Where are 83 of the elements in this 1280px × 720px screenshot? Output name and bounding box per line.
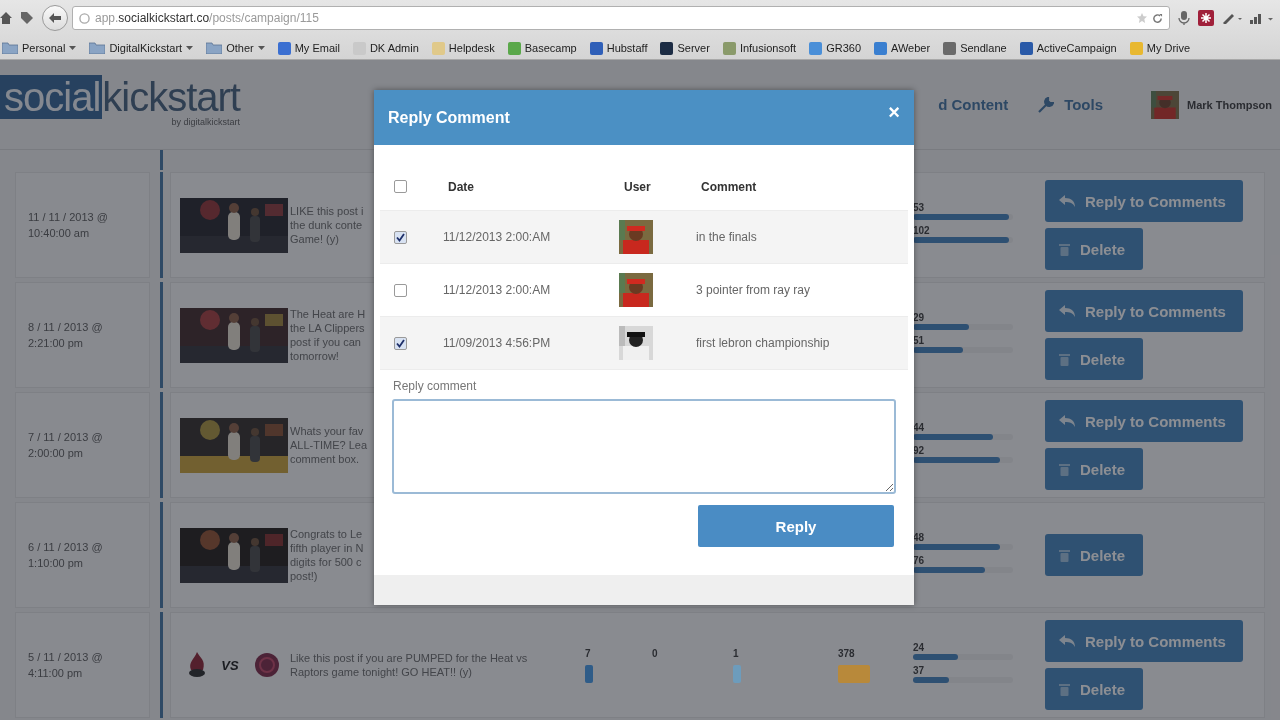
stat-value: 44 [913, 422, 926, 433]
post-text: Like this post if you are PUMPED for the Heat vs Raptors game tonight! GO HEAT!! (y) [290, 651, 529, 679]
reply-submit-button[interactable]: Reply [698, 505, 894, 547]
microphone-icon[interactable] [1178, 11, 1190, 25]
bookmark-link[interactable]: AWeber [874, 41, 931, 55]
post-date: 6 / 11 / 2013 @ 1:10:00 pm [28, 540, 103, 571]
flame-icon [187, 652, 206, 678]
stat-value: 76 [913, 555, 926, 566]
caret-icon [257, 46, 265, 50]
folder-icon [89, 42, 106, 54]
folder-icon [2, 42, 18, 54]
reply-icon [1059, 305, 1075, 317]
bookmark-link[interactable]: Sendlane [943, 41, 1007, 55]
bookmark-link[interactable]: GR360 [809, 41, 861, 55]
reply-icon [1059, 415, 1075, 427]
post-date: 11 / 11 / 2013 @ 10:40:00 am [28, 210, 108, 241]
caret-icon [186, 46, 194, 50]
signal-icon[interactable] [1250, 12, 1274, 24]
stat-value: 51 [913, 335, 926, 346]
date-cell-text: 11/12/2013 2:00:AM [442, 283, 552, 297]
comment-cell-text: first lebron championship [695, 336, 831, 350]
row-checkbox[interactable] [394, 336, 407, 350]
star-icon[interactable] [1137, 13, 1147, 23]
bookmark-link[interactable]: DK Admin [352, 41, 419, 55]
field-label: Reply comment [393, 379, 478, 393]
globe-icon [79, 12, 90, 24]
stat-value: 53 [913, 202, 926, 213]
reply-icon [1059, 195, 1075, 207]
bookmark-link[interactable]: DigitalKickstart [89, 42, 194, 54]
metric-value: 7 [585, 647, 592, 659]
ball-icon [254, 652, 281, 678]
post-text: The Heat are H the LA Clippers post if you can tomorrow! [290, 307, 366, 363]
back-arrow-icon [49, 13, 61, 23]
stat-value: 29 [913, 312, 926, 323]
column-header: Date [447, 179, 475, 194]
versus-text: VS [221, 657, 239, 673]
wrench-icon [1038, 96, 1055, 113]
post-text: Whats your fav ALL-TIME? Lea comment box. [290, 424, 368, 466]
comment-cell-text: 3 pointer from ray ray [695, 283, 812, 297]
row-checkbox[interactable] [394, 230, 407, 244]
reply-icon [1059, 635, 1075, 647]
reply-field[interactable] [392, 399, 896, 494]
bookmark-link[interactable]: Other [206, 42, 265, 54]
logo: socialkickstart by digitalkickstart [0, 74, 240, 127]
post-text: Congrats to Le fifth player in N digits for 500 c post!) [290, 527, 364, 583]
back-button[interactable] [42, 5, 68, 31]
bookmark-link[interactable]: Hubstaff [589, 41, 648, 55]
stat-value: 24 [913, 642, 926, 653]
bookmark-link[interactable]: Server [660, 41, 710, 55]
date-cell-text: 11/09/2013 4:56:PM [442, 336, 552, 350]
stat-value: 37 [913, 665, 926, 676]
stat-value: 102 [913, 225, 931, 236]
metric-value: 1 [733, 647, 740, 659]
stat-value: 92 [913, 445, 926, 456]
caret-icon [69, 46, 77, 50]
bookmark-link[interactable]: Basecamp [507, 41, 577, 55]
user-name[interactable]: Mark Thompson [1187, 98, 1272, 111]
post-date: 7 / 11 / 2013 @ 2:00:00 pm [28, 430, 103, 461]
pen-icon[interactable] [1222, 12, 1242, 24]
post-date: 5 / 11 / 2013 @ 4:11:00 pm [28, 650, 103, 681]
dialog-title: Reply Comment [388, 108, 510, 127]
extension-icon[interactable] [1198, 10, 1214, 26]
bookmark-link[interactable]: Infusionsoft [722, 41, 797, 55]
address-field[interactable]: app.socialkickstart.co/posts/campaign/115 [72, 6, 1170, 30]
bookmark-link[interactable]: ActiveCampaign [1019, 41, 1117, 55]
select-all-checkbox[interactable] [394, 180, 407, 193]
metric-value: 0 [652, 647, 659, 659]
bookmark-link[interactable]: Personal [2, 42, 77, 54]
column-header: User [623, 179, 652, 194]
tag-icon[interactable] [20, 11, 34, 25]
home-icon[interactable] [0, 12, 12, 24]
row-checkbox[interactable] [394, 283, 407, 297]
bookmark-link[interactable]: My Drive [1129, 41, 1191, 55]
stat-value: 48 [913, 532, 926, 543]
reload-icon[interactable] [1152, 12, 1163, 24]
bookmark-link[interactable]: Helpdesk [431, 41, 495, 55]
bookmark-link[interactable]: My Email [277, 41, 340, 55]
folder-icon [206, 42, 223, 54]
date-cell-text: 11/12/2013 2:00:AM [442, 230, 552, 244]
post-date: 8 / 11 / 2013 @ 2:21:00 pm [28, 320, 103, 351]
column-header: Comment [700, 179, 758, 194]
metric-value: 378 [838, 647, 856, 659]
comment-cell-text: in the finals [695, 230, 758, 244]
